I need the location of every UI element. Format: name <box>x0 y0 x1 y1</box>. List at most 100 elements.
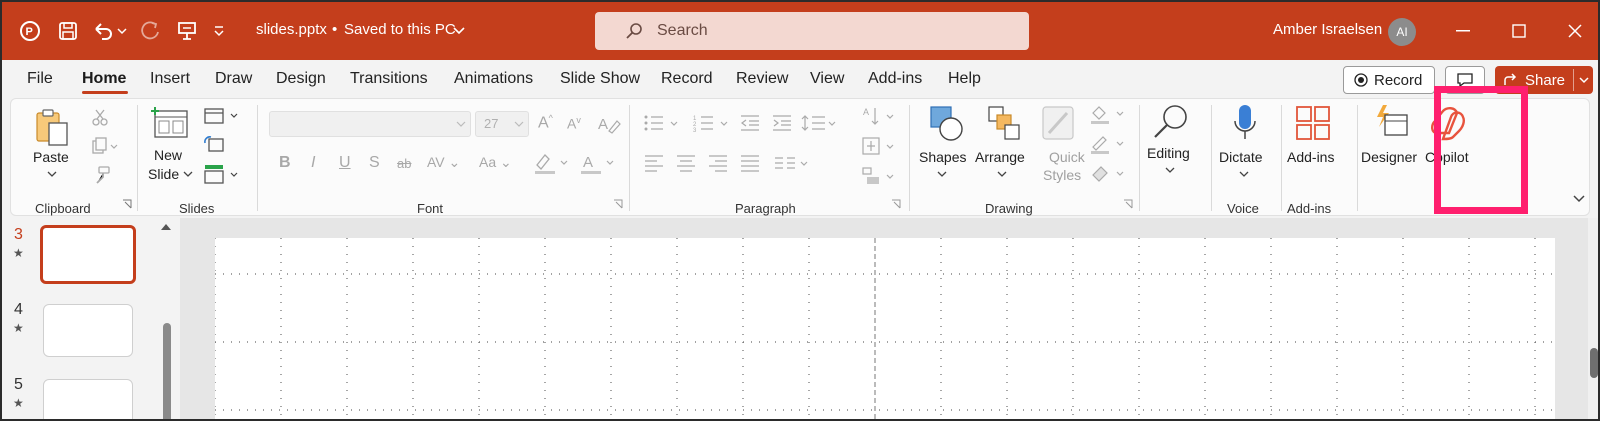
dictate-chevron-icon[interactable] <box>1239 171 1249 178</box>
layout-icon[interactable] <box>203 107 243 125</box>
line-spacing-icon[interactable] <box>801 113 841 133</box>
search-input[interactable]: Search <box>595 12 1029 50</box>
arrange-icon[interactable] <box>987 105 1023 143</box>
file-name[interactable]: slides.pptx <box>256 21 327 38</box>
thumbnail-scrollbar[interactable] <box>163 323 171 419</box>
shape-outline-icon[interactable] <box>1089 133 1129 155</box>
tab-insert[interactable]: Insert <box>150 70 190 88</box>
present-icon[interactable] <box>174 2 200 60</box>
character-spacing-icon[interactable]: AV ⌄ <box>427 154 460 171</box>
quick-styles-icon[interactable] <box>1041 105 1077 143</box>
new-slide-label-line1[interactable]: New <box>154 147 182 163</box>
slide-thumbnail[interactable] <box>43 304 133 357</box>
tab-view[interactable]: View <box>810 70 844 88</box>
copy-icon[interactable] <box>91 137 119 155</box>
quick-styles-label-line2[interactable]: Styles <box>1043 167 1081 183</box>
editor-scrollbar-thumb[interactable] <box>1590 348 1598 378</box>
strikethrough-icon[interactable]: ab <box>397 156 411 171</box>
font-launcher-icon[interactable] <box>613 199 623 209</box>
quick-styles-label-line1[interactable]: Quick <box>1049 149 1085 165</box>
increase-font-size-icon[interactable]: A^ <box>538 113 553 132</box>
justify-icon[interactable] <box>739 153 761 173</box>
autosave-icon[interactable]: P <box>16 2 44 60</box>
tab-design[interactable]: Design <box>276 70 326 88</box>
drawing-launcher-icon[interactable] <box>1123 199 1133 209</box>
slide-thumbnail-selected[interactable] <box>40 225 136 284</box>
tab-transitions[interactable]: Transitions <box>350 70 428 88</box>
maximize-icon[interactable] <box>1506 2 1532 60</box>
tab-home[interactable]: Home <box>82 70 126 88</box>
undo-dropdown-chevron-icon[interactable] <box>116 2 128 60</box>
microphone-icon[interactable] <box>1231 103 1259 145</box>
add-ins-label[interactable]: Add-ins <box>1287 149 1334 165</box>
editing-search-icon[interactable] <box>1151 103 1191 143</box>
clear-formatting-icon[interactable]: A <box>597 113 621 135</box>
format-painter-icon[interactable] <box>91 165 111 185</box>
shape-effects-icon[interactable] <box>1089 163 1129 185</box>
customize-toolbar-icon[interactable] <box>210 2 228 60</box>
decrease-font-size-icon[interactable]: Av <box>567 115 581 132</box>
align-right-icon[interactable] <box>707 153 729 173</box>
change-case-icon[interactable]: Aa ⌄ <box>479 154 512 171</box>
undo-icon[interactable] <box>90 2 116 60</box>
align-left-icon[interactable] <box>643 153 665 173</box>
tab-add-ins[interactable]: Add-ins <box>868 70 922 88</box>
tab-record[interactable]: Record <box>661 70 713 88</box>
paste-icon[interactable] <box>35 107 69 150</box>
align-center-icon[interactable] <box>675 153 697 173</box>
arrange-label[interactable]: Arrange <box>975 149 1025 165</box>
text-direction-icon[interactable]: A <box>861 105 901 127</box>
dictate-label[interactable]: Dictate <box>1219 149 1263 165</box>
align-text-icon[interactable] <box>861 135 901 157</box>
bold-icon[interactable]: B <box>279 154 291 172</box>
close-icon[interactable] <box>1562 2 1588 60</box>
collapse-ribbon-chevron-icon[interactable] <box>1573 195 1585 203</box>
add-ins-icon[interactable] <box>1295 105 1331 141</box>
text-shadow-icon[interactable]: S <box>369 154 380 172</box>
share-chevron-icon[interactable] <box>1579 77 1589 85</box>
designer-icon[interactable] <box>1373 103 1409 141</box>
user-name[interactable]: Amber Israelsen <box>1273 21 1382 38</box>
redo-icon[interactable] <box>138 2 164 60</box>
tab-slide-show[interactable]: Slide Show <box>560 70 640 88</box>
slide-thumbnail[interactable] <box>43 379 133 419</box>
arrange-chevron-icon[interactable] <box>997 171 1007 178</box>
shapes-label[interactable]: Shapes <box>919 149 966 165</box>
shapes-chevron-icon[interactable] <box>937 171 947 178</box>
record-button[interactable]: Record <box>1343 66 1435 94</box>
new-slide-label-line2[interactable]: Slide <box>148 166 179 182</box>
clipboard-launcher-icon[interactable] <box>122 199 132 209</box>
scroll-up-arrow-icon[interactable] <box>159 222 173 232</box>
cut-icon[interactable] <box>91 108 109 126</box>
decrease-indent-icon[interactable] <box>739 113 761 133</box>
avatar[interactable]: AI <box>1388 18 1416 46</box>
convert-to-smartart-icon[interactable] <box>861 165 901 187</box>
font-size-dropdown[interactable]: 27 <box>475 111 529 137</box>
reset-slide-icon[interactable] <box>203 135 225 153</box>
italic-icon[interactable]: I <box>311 154 315 172</box>
tab-animations[interactable]: Animations <box>454 70 533 88</box>
columns-icon[interactable] <box>773 153 813 173</box>
underline-icon[interactable]: U <box>339 154 351 172</box>
save-icon[interactable] <box>54 2 82 60</box>
tab-review[interactable]: Review <box>736 70 788 88</box>
editing-label[interactable]: Editing <box>1147 145 1190 161</box>
save-status[interactable]: Saved to this PC <box>344 21 456 38</box>
shape-fill-icon[interactable] <box>1089 103 1129 125</box>
editing-chevron-icon[interactable] <box>1165 167 1175 174</box>
shapes-icon[interactable] <box>929 105 965 143</box>
tab-draw[interactable]: Draw <box>215 70 252 88</box>
highlight-color-icon[interactable] <box>533 151 573 175</box>
new-slide-icon[interactable] <box>151 107 189 141</box>
bullets-icon[interactable] <box>643 113 683 133</box>
increase-indent-icon[interactable] <box>771 113 793 133</box>
section-icon[interactable] <box>203 163 243 185</box>
new-slide-chevron-icon[interactable] <box>183 171 193 178</box>
font-color-icon[interactable]: A <box>579 151 619 175</box>
designer-label[interactable]: Designer <box>1361 149 1417 165</box>
paste-chevron-icon[interactable] <box>47 171 57 178</box>
font-name-dropdown[interactable] <box>269 111 471 137</box>
tab-help[interactable]: Help <box>948 70 981 88</box>
paste-label[interactable]: Paste <box>33 149 69 165</box>
minimize-icon[interactable] <box>1450 2 1476 60</box>
